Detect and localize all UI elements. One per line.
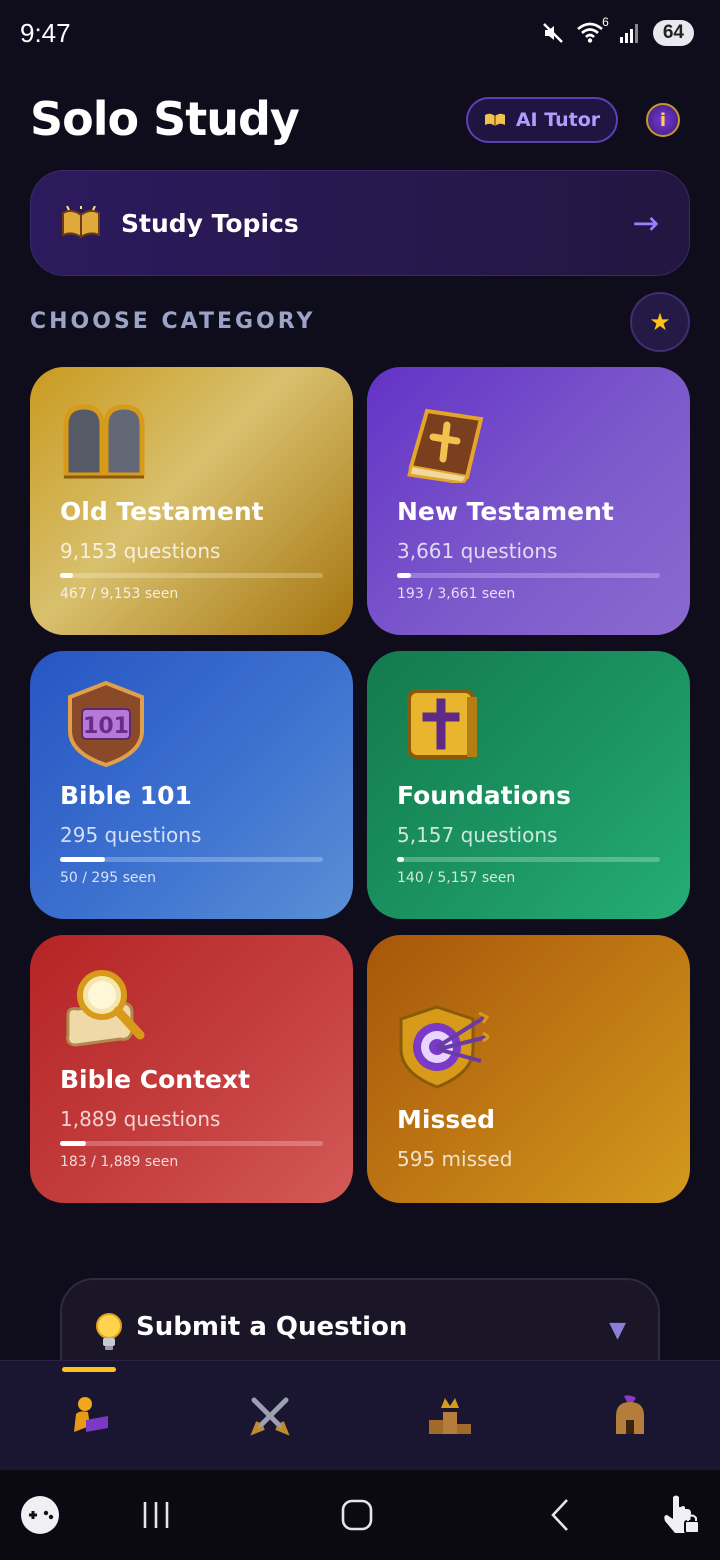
magnifier-scroll-icon [66,970,145,1047]
target-arrows-icon [399,1005,492,1089]
tab-leaderboard[interactable] [360,1361,540,1471]
cross-block-icon [407,689,477,759]
spartan-helmet-icon [616,1395,644,1434]
category-count: 9,153 questions [60,539,221,563]
shield-badge-text: 101 [83,714,129,739]
category-seen: 140 / 5,157 seen [397,870,516,886]
bottom-tab-bar [0,1360,720,1470]
chevron-down-icon[interactable]: ▼ [609,1318,626,1343]
progress-fill [60,857,105,862]
category-card-new-testament[interactable]: New Testament 3,661 questions 193 / 3,66… [367,367,690,635]
category-card-missed[interactable]: Missed 595 missed [367,935,690,1203]
recent-apps-icon [143,1502,169,1528]
progress-bar [397,573,660,578]
ai-tutor-label: AI Tutor [515,109,601,131]
status-time: 9:47 [20,18,71,48]
stone-tablets-icon [63,404,145,479]
category-seen: 50 / 295 seen [60,870,156,886]
touch-lock-icon [664,1495,700,1534]
category-title: New Testament [397,497,614,526]
lightbulb-icon [96,1313,122,1350]
category-seen: 183 / 1,889 seen [60,1154,179,1170]
progress-bar [60,573,323,578]
info-button[interactable]: i [646,103,680,137]
tab-battle[interactable] [180,1361,360,1471]
category-card-bible-context[interactable]: Bible Context 1,889 questions 183 / 1,88… [30,935,353,1203]
gamepad-icon [21,1496,59,1534]
open-book-icon [484,113,505,126]
home-icon [341,1499,373,1531]
back-button[interactable] [530,1470,590,1560]
info-icon: i [659,109,667,131]
category-title: Foundations [397,781,571,810]
progress-bar [397,857,660,862]
wifi-icon: 6 [577,15,609,45]
network-type: 6 [602,15,609,29]
progress-bar [60,857,323,862]
game-launcher-button[interactable] [14,1470,66,1560]
category-count: 5,157 questions [397,823,558,847]
status-bar: 9:47 6 64 [0,0,720,70]
section-label: CHOOSE CATEGORY [30,309,316,334]
category-title: Missed [397,1105,496,1134]
crossed-swords-icon [250,1397,290,1436]
mute-icon [542,23,563,43]
category-seen: 193 / 3,661 seen [397,586,516,602]
category-title: Bible 101 [60,781,192,810]
bible-book-icon [407,408,484,485]
progress-fill [60,573,74,578]
star-icon: ★ [649,308,671,336]
category-title: Old Testament [60,497,264,526]
home-button[interactable] [326,1470,388,1560]
favorites-button[interactable]: ★ [630,292,690,352]
ai-tutor-button[interactable]: AI Tutor [466,97,618,143]
category-count: 595 missed [397,1147,513,1171]
page-title: Solo Study [30,92,300,146]
tab-solo-study[interactable] [0,1361,180,1471]
battery-indicator: 64 [652,20,694,46]
category-card-bible-101[interactable]: 101 Bible 101 295 questions 50 / 295 see… [30,651,353,919]
status-icons: 6 64 [541,15,694,46]
category-title: Bible Context [60,1065,251,1094]
open-book-icon [62,206,100,239]
reading-person-icon [74,1397,108,1432]
progress-fill [397,857,405,862]
study-topics-card[interactable]: Study Topics → [30,170,690,276]
recent-apps-button[interactable] [126,1470,186,1560]
category-seen: 467 / 9,153 seen [60,586,179,602]
category-count: 295 questions [60,823,202,847]
accessibility-button[interactable] [656,1470,706,1560]
category-card-old-testament[interactable]: Old Testament 9,153 questions 467 / 9,15… [30,367,353,635]
arrow-right-icon: → [632,204,659,242]
study-topics-label: Study Topics [121,208,299,238]
shield-101-icon: 101 [68,680,144,768]
crown-podium-icon [429,1398,471,1434]
back-icon [551,1499,568,1531]
progress-fill [397,573,411,578]
signal-icon [619,24,638,43]
system-nav-bar [0,1470,720,1560]
category-grid: Old Testament 9,153 questions 467 / 9,15… [30,367,690,1203]
category-count: 1,889 questions [60,1107,221,1131]
submit-question-label: Submit a Question [136,1312,408,1342]
category-count: 3,661 questions [397,539,558,563]
category-card-foundations[interactable]: Foundations 5,157 questions 140 / 5,157 … [367,651,690,919]
tab-profile[interactable] [540,1361,720,1471]
progress-bar [60,1141,323,1146]
progress-fill [60,1141,86,1146]
active-tab-indicator [62,1367,116,1372]
